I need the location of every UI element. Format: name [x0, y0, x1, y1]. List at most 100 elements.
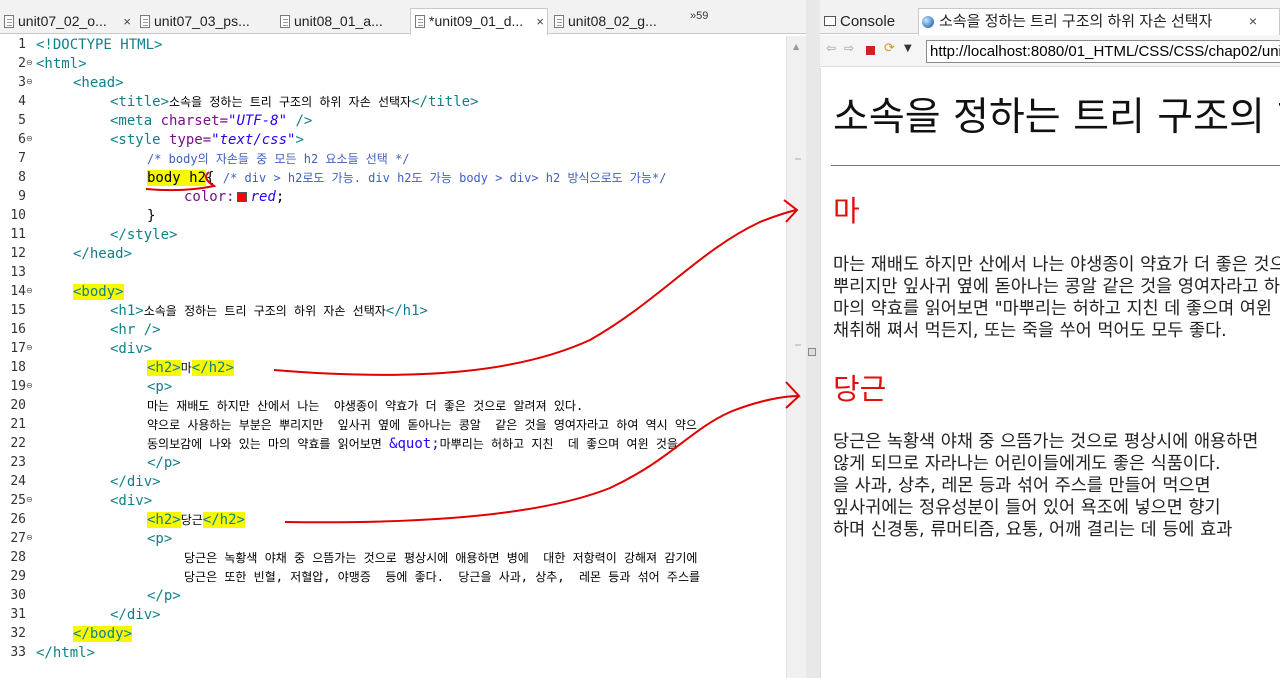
code-line: </div>	[110, 606, 161, 625]
tab-label: unit07_02_o...	[18, 13, 107, 29]
html-file-icon	[280, 15, 290, 28]
paragraph-line: 마의 약효를 읽어보면 "마뿌리는 허하고 지친 데 좋으며 여윈	[833, 299, 1272, 319]
code-line: 동의보감에 나와 있는 마의 약효를 읽어보면 &quot;마뿌리는 허하고 지…	[147, 435, 692, 454]
tab-browser-page[interactable]: 소속을 정하는 트리 구조의 하위 자손 선택자 ×	[918, 8, 1280, 35]
line-number: 16	[10, 322, 26, 337]
close-icon[interactable]: ×	[1249, 9, 1257, 34]
code-line: <head>	[73, 74, 124, 93]
close-icon[interactable]: ×	[536, 9, 544, 34]
pane-divider[interactable]	[806, 0, 820, 678]
color-swatch-icon	[236, 192, 247, 202]
code-token: 마	[180, 361, 192, 375]
line-number: 9	[18, 189, 26, 204]
fold-toggle-icon[interactable]: ⊖	[26, 343, 33, 352]
code-token: </h1>	[385, 303, 428, 319]
line-number: 30	[10, 588, 26, 603]
highlighted-tag: <body>	[73, 284, 124, 300]
line-number: 11	[10, 227, 26, 242]
code-token: <title>	[110, 94, 170, 110]
editor-tab-unit07-03[interactable]: unit07_03_ps...	[136, 9, 274, 34]
heading-ma: 마	[833, 194, 860, 228]
code-token: 소속을 정하는 트리 구조의 하위 자손 선택자	[169, 95, 412, 109]
code-editor: unit07_02_o... × unit07_03_ps... unit08_…	[0, 0, 806, 678]
code-token: <!DOCTYPE HTML>	[36, 37, 163, 53]
fold-toggle-icon[interactable]: ⊖	[26, 533, 33, 542]
code-token: </html>	[36, 645, 96, 661]
line-number: 13	[10, 265, 26, 280]
code-token: <div>	[110, 341, 153, 357]
code-token: <h1>	[110, 303, 144, 319]
code-line: <body>	[73, 283, 124, 302]
url-input[interactable]: http://localhost:8080/01_HTML/CSS/CSS/ch…	[926, 40, 1280, 63]
rendered-page: 소속을 정하는 트리 구조의 하위 자손 선택자 마 마는 재배도 하지만 산에…	[820, 68, 1280, 678]
stop-icon[interactable]	[866, 46, 875, 55]
code-token: <meta	[110, 113, 161, 129]
code-line: <html>	[36, 55, 87, 74]
code-line: </p>	[147, 587, 181, 606]
code-line: <h1>소속을 정하는 트리 구조의 하위 자손 선택자</h1>	[110, 302, 428, 321]
code-token: <div>	[110, 493, 153, 509]
editor-scrollbar[interactable]: ▲	[786, 36, 806, 678]
line-number: 28	[10, 550, 26, 565]
console-icon	[824, 16, 836, 26]
highlighted-selector: body h2	[147, 170, 207, 186]
fold-toggle-icon[interactable]: ⊖	[26, 495, 33, 504]
fold-toggle-icon[interactable]: ⊖	[26, 134, 33, 143]
code-token: red	[250, 189, 276, 205]
fold-toggle-icon[interactable]: ⊖	[26, 381, 33, 390]
more-tabs-button[interactable]: »59	[690, 10, 708, 22]
overview-marker	[795, 158, 801, 160]
line-number: 12	[10, 246, 26, 261]
html-file-icon	[554, 15, 564, 28]
code-line: </html>	[36, 644, 95, 663]
editor-tab-unit08-02[interactable]: unit08_02_g...	[550, 9, 682, 34]
code-token: </title>	[411, 94, 479, 110]
line-number: 1	[18, 37, 26, 52]
refresh-icon[interactable]: ⟳	[884, 41, 895, 56]
code-line: </p>	[147, 454, 181, 473]
tab-console[interactable]: Console	[820, 9, 916, 34]
overview-marker	[795, 344, 801, 346]
back-icon[interactable]: ⇦	[826, 41, 836, 55]
fold-toggle-icon[interactable]: ⊖	[26, 58, 33, 67]
code-comment: /* div > h2로도 가능. div h2도 가능 body > div>…	[222, 171, 667, 185]
horizontal-rule	[831, 165, 1280, 166]
line-number: 7	[18, 151, 26, 166]
code-token: {	[206, 170, 223, 186]
line-number: 33	[10, 645, 26, 660]
code-line: <h2>당근</h2>	[147, 511, 245, 530]
code-token: }	[147, 208, 156, 224]
scroll-up-icon[interactable]: ▲	[793, 42, 799, 51]
highlighted-tag: </h2>	[202, 512, 245, 528]
tab-label: unit08_01_a...	[294, 13, 383, 29]
code-line: <div>	[110, 340, 152, 359]
code-token: 소속을 정하는 트리 구조의 하위 자손 선택자	[143, 304, 386, 318]
close-icon[interactable]: ×	[123, 9, 131, 34]
divider-grip-icon[interactable]	[808, 348, 816, 356]
code-token: 당근은 녹황색 야채 중 으뜸가는 것으로 평상시에 애용하면 병에 대한 저항…	[184, 551, 698, 565]
forward-icon[interactable]: ⇨	[844, 41, 854, 55]
code-area[interactable]: <!DOCTYPE HTML> <html> <head> <title>소속을…	[36, 36, 786, 678]
editor-tab-unit07-02[interactable]: unit07_02_o... ×	[0, 9, 134, 34]
editor-tab-unit09-01-active[interactable]: *unit09_01_d... ×	[410, 8, 548, 35]
code-token: <p>	[147, 531, 173, 547]
code-token: </p>	[147, 455, 181, 471]
fold-toggle-icon[interactable]: ⊖	[26, 286, 33, 295]
chevron-down-icon[interactable]: ▼	[904, 43, 912, 54]
code-token: <head>	[73, 75, 124, 91]
code-line: <hr />	[110, 321, 161, 340]
paragraph-line: 채취해 쪄서 먹든지, 또는 죽을 쑤어 먹어도 모두 좋다.	[833, 321, 1227, 341]
code-line: 약으로 사용하는 부분은 뿌리지만 잎사귀 옆에 돋아나는 콩알 같은 것을 영…	[147, 416, 697, 435]
code-token: type=	[169, 132, 212, 148]
code-line: </style>	[110, 226, 177, 245]
editor-tab-unit08-01[interactable]: unit08_01_a...	[276, 9, 408, 34]
heading-carrot: 당근	[833, 372, 887, 406]
fold-toggle-icon[interactable]: ⊖	[26, 77, 33, 86]
paragraph-line: 않게 되므로 자라나는 어린이들에게도 좋은 식품이다.	[833, 454, 1221, 474]
screen: unit07_02_o... × unit07_03_ps... unit08_…	[0, 0, 1280, 678]
code-line: 당근은 또한 빈혈, 저혈압, 야맹증 등에 좋다. 당근을 사과, 상추, 레…	[184, 568, 700, 587]
code-token: "text/css"	[211, 132, 296, 148]
code-token: color:	[184, 189, 235, 205]
html-file-icon	[140, 15, 150, 28]
code-token: ;	[275, 189, 285, 205]
